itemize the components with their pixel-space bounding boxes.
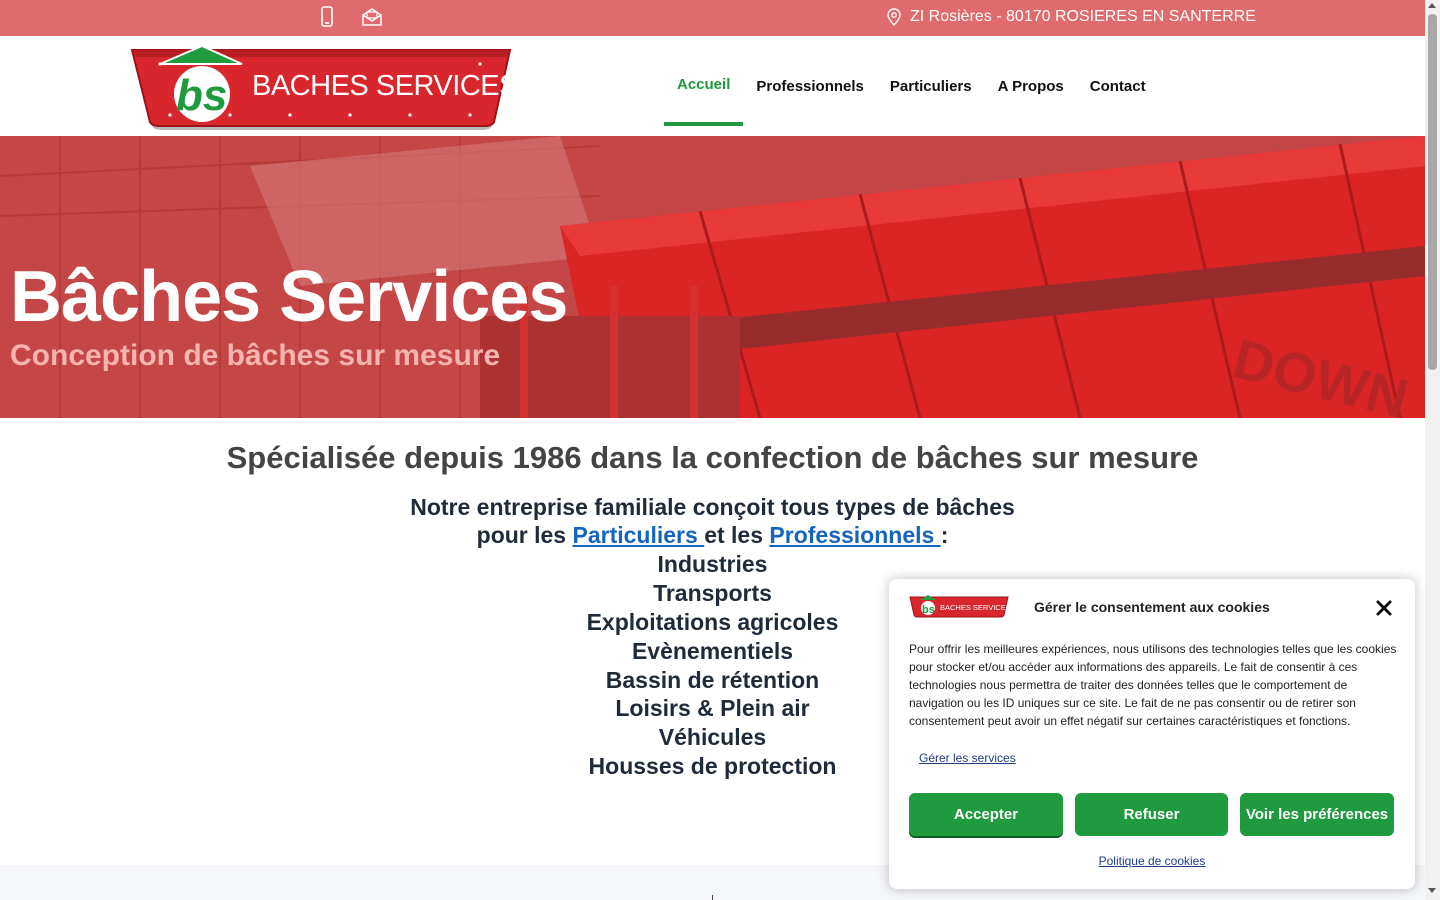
address: ZI Rosières - 80170 ROSIERES EN SANTERRE xyxy=(886,8,1256,26)
mail-icon[interactable] xyxy=(361,6,383,28)
cookie-logo-text: BACHES SERVICES xyxy=(940,603,1009,612)
view-preferences-button[interactable]: Voir les préférences xyxy=(1240,793,1394,836)
cookie-policy-link[interactable]: Politique de cookies xyxy=(889,854,1415,868)
accept-cookies-button[interactable]: Accepter xyxy=(909,793,1063,836)
professionnels-link[interactable]: Professionnels xyxy=(769,522,940,548)
intro-line-2: pour les Particuliers et les Professionn… xyxy=(0,521,1425,549)
refuse-cookies-button[interactable]: Refuser xyxy=(1075,793,1228,836)
nav-item-label: Professionnels xyxy=(756,77,864,95)
address-text: ZI Rosières - 80170 ROSIERES EN SANTERRE xyxy=(910,8,1256,25)
nav-item-label: A Propos xyxy=(997,77,1064,95)
intro-text-segment: pour les xyxy=(476,522,573,548)
nav-item-label: Contact xyxy=(1089,77,1146,95)
scroll-down-icon[interactable] xyxy=(1428,888,1436,893)
intro-line-1: Notre entreprise familiale conçoit tous … xyxy=(410,494,1015,520)
scroll-up-icon[interactable] xyxy=(1428,3,1436,8)
cookie-dialog-message: Pour offrir les meilleures expériences, … xyxy=(909,642,1397,728)
hero-banner: DOWN Bâches Services Conception de bâche… xyxy=(0,136,1425,418)
section-divider xyxy=(712,895,713,900)
manage-services-link[interactable]: Gérer les services xyxy=(919,751,1016,765)
phone-icon[interactable] xyxy=(316,6,338,28)
logo-monogram: bs xyxy=(176,71,227,120)
service-item: Industries xyxy=(657,551,768,577)
particuliers-link[interactable]: Particuliers xyxy=(573,522,705,548)
cookie-dialog-title: Gérer le consentement aux cookies xyxy=(1034,599,1270,615)
intro-text-segment: et les xyxy=(704,522,770,548)
site-logo[interactable]: bs BACHES SERVICES xyxy=(130,44,512,132)
top-bar: ZI Rosières - 80170 ROSIERES EN SANTERRE xyxy=(0,0,1425,36)
close-icon[interactable] xyxy=(1375,599,1393,617)
page-scrollbar[interactable] xyxy=(1425,0,1440,900)
page-headline: Spécialisée depuis 1986 dans la confecti… xyxy=(226,440,1199,475)
site-header: bs BACHES SERVICES Accueil Professionnel… xyxy=(0,36,1425,136)
intro-text: Notre entreprise familiale conçoit tous … xyxy=(0,493,1425,549)
scrollbar-thumb[interactable] xyxy=(1428,14,1437,370)
cookie-dialog-logo: bs BACHES SERVICES xyxy=(909,595,1009,618)
logo-text: BACHES SERVICES xyxy=(252,70,512,102)
location-pin-icon xyxy=(887,8,901,26)
nav-item-label: Accueil xyxy=(677,75,731,93)
main-nav: Accueil Professionnels Particuliers A Pr… xyxy=(664,36,1159,136)
nav-item-professionnels[interactable]: Professionnels xyxy=(743,36,877,136)
nav-item-a-propos[interactable]: A Propos xyxy=(985,36,1077,136)
intro-text-segment: : xyxy=(940,522,949,548)
cookie-logo-monogram: bs xyxy=(922,604,935,616)
cookie-consent-dialog: bs BACHES SERVICES Gérer le consentement… xyxy=(889,579,1415,889)
nav-item-accueil[interactable]: Accueil xyxy=(664,36,744,136)
nav-item-label: Particuliers xyxy=(889,77,972,95)
hero-title: Bâches Services xyxy=(10,257,568,337)
hero-subtitle: Conception de bâches sur mesure xyxy=(10,339,501,372)
nav-item-particuliers[interactable]: Particuliers xyxy=(877,36,985,136)
nav-item-contact[interactable]: Contact xyxy=(1077,36,1159,136)
